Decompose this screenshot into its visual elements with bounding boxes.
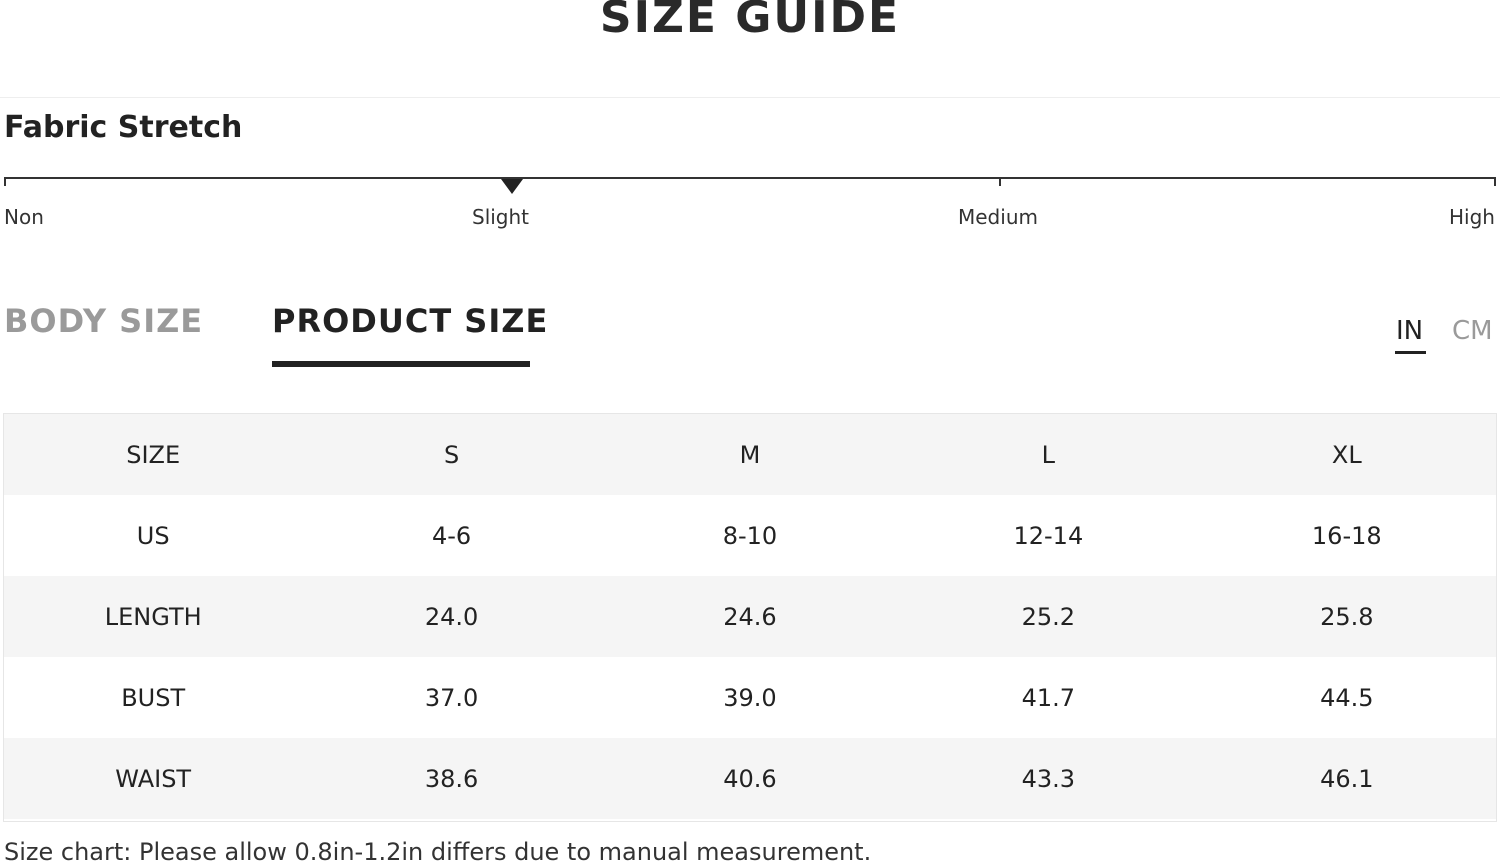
column-header: L [1041,440,1056,469]
table-row: LENGTH 24.0 24.6 25.2 25.8 [4,576,1496,657]
table-cell: 25.8 [1320,602,1374,631]
size-chart-note: Size chart: Please allow 0.8in-1.2in dif… [4,838,872,866]
tab-body-size[interactable]: BODY SIZE [4,302,203,340]
column-header: XL [1331,440,1362,469]
table-cell: 12-14 [1013,521,1084,550]
page-title: SIZE GUIDE [599,0,901,43]
row-label: WAIST [115,764,192,793]
table-cell: 16-18 [1311,521,1382,550]
stretch-scale-line [4,177,1496,179]
fabric-stretch-title: Fabric Stretch [4,110,243,145]
row-label: US [136,521,170,550]
table-row: WAIST 38.6 40.6 43.3 46.1 [4,738,1496,819]
table-cell: 24.6 [723,602,777,631]
column-header: SIZE [126,440,181,469]
column-header: S [443,440,460,469]
row-label: LENGTH [104,602,202,631]
table-cell: 25.2 [1021,602,1076,631]
table-cell: 40.6 [723,764,777,793]
stretch-tick-non [4,177,6,186]
tab-product-size[interactable]: PRODUCT SIZE [272,302,548,340]
stretch-marker-icon [501,179,523,194]
size-table: SIZE S M L XL US 4-6 8-10 12-14 16-18 LE… [3,413,1497,822]
row-label: BUST [121,683,186,712]
stretch-level-high: High [1449,205,1495,229]
table-cell: 37.0 [424,683,479,712]
table-cell: 24.0 [424,602,479,631]
unit-toggle-cm[interactable]: CM [1452,316,1493,346]
table-row: US 4-6 8-10 12-14 16-18 [4,495,1496,576]
stretch-level-non: Non [4,205,44,229]
table-row: BUST 37.0 39.0 41.7 44.5 [4,657,1496,738]
stretch-level-slight: Slight [472,205,530,229]
stretch-level-medium: Medium [958,205,1038,229]
table-cell: 41.7 [1021,683,1076,712]
stretch-tick-high [1494,177,1496,186]
table-cell: 4-6 [431,521,472,550]
column-header: M [739,440,761,469]
unit-toggle-in[interactable]: IN [1396,316,1423,346]
table-cell: 46.1 [1320,764,1374,793]
table-cell: 38.6 [424,764,479,793]
active-tab-indicator [272,361,530,367]
table-cell: 44.5 [1320,683,1374,712]
header-divider [0,97,1500,98]
stretch-tick-medium [999,177,1001,186]
table-cell: 43.3 [1021,764,1076,793]
active-unit-indicator [1395,351,1426,354]
table-header-row: SIZE S M L XL [4,414,1496,495]
table-cell: 8-10 [722,521,778,550]
table-cell: 39.0 [723,683,777,712]
